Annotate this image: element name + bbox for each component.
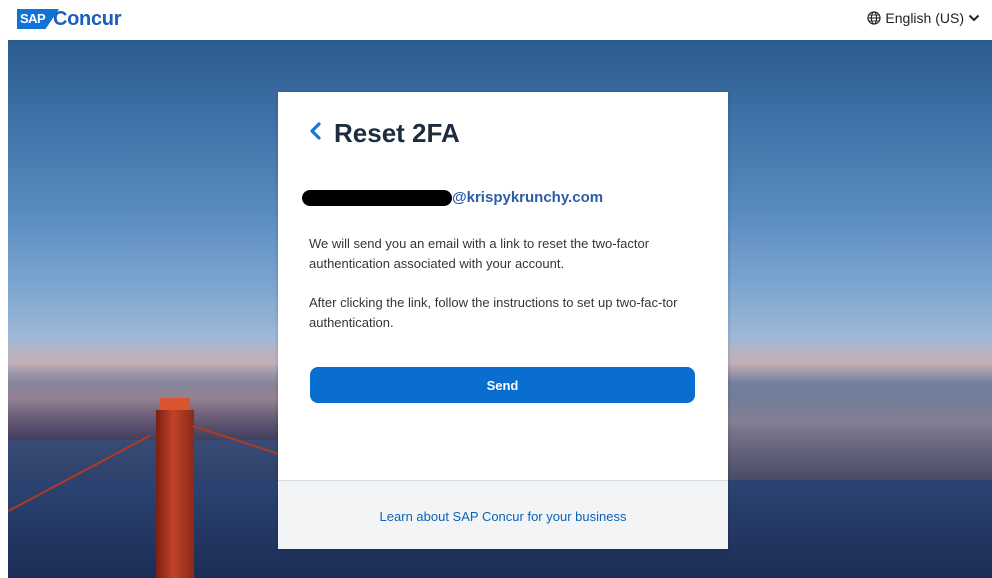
account-email: @krispykrunchy.com (302, 189, 603, 206)
concur-logo-text: Concur (53, 7, 122, 30)
chevron-left-icon[interactable] (308, 121, 322, 146)
page-title: Reset 2FA (334, 118, 460, 148)
redacted-email-username (302, 189, 452, 206)
card-footer: Learn about SAP Concur for your business (278, 480, 728, 549)
language-selector[interactable]: English (US) (867, 10, 980, 26)
card-heading: Reset 2FA (308, 118, 460, 149)
send-button[interactable]: Send (310, 367, 695, 403)
chevron-down-icon (968, 13, 980, 23)
language-label: English (US) (885, 10, 964, 26)
learn-about-sap-concur-link[interactable]: Learn about SAP Concur for your business (278, 509, 728, 524)
top-bar: SAP Concur English (US) (0, 0, 992, 40)
instruction-text-2: After clicking the link, follow the inst… (309, 295, 678, 330)
sap-concur-logo[interactable]: SAP Concur (17, 7, 122, 30)
reset-2fa-card: Reset 2FA @krispykrunchy.com We will sen… (278, 92, 728, 549)
email-domain: @krispykrunchy.com (452, 189, 604, 206)
bridge-tower (156, 410, 194, 578)
card-body: Reset 2FA @krispykrunchy.com We will sen… (278, 92, 728, 480)
instruction-text-1: We will send you an email with a link to… (309, 236, 650, 271)
globe-icon (867, 11, 882, 25)
city-lights-left (8, 370, 283, 440)
